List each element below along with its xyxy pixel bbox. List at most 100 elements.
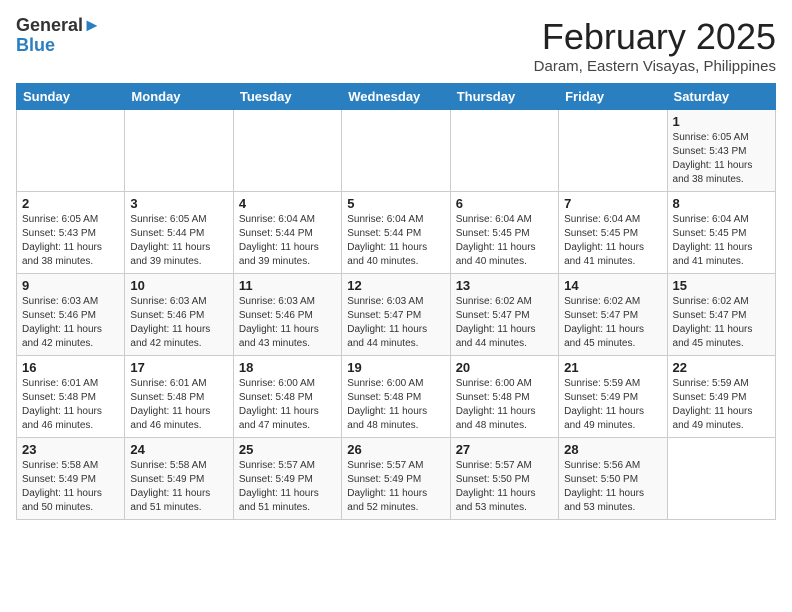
day-info: Sunrise: 6:05 AM Sunset: 5:43 PM Dayligh…: [673, 131, 770, 187]
day-info: Sunrise: 6:00 AM Sunset: 5:48 PM Dayligh…: [239, 377, 336, 433]
day-info: Sunrise: 5:57 AM Sunset: 5:49 PM Dayligh…: [347, 459, 444, 515]
calendar-cell: [17, 110, 125, 192]
calendar-cell: 12 Sunrise: 6:03 AM Sunset: 5:47 PM Dayli…: [342, 274, 450, 356]
day-info: Sunrise: 6:04 AM Sunset: 5:44 PM Dayligh…: [239, 213, 336, 269]
day-info: Sunrise: 6:05 AM Sunset: 5:44 PM Dayligh…: [130, 213, 227, 269]
calendar-cell: [125, 110, 233, 192]
calendar-cell: 2 Sunrise: 6:05 AM Sunset: 5:43 PM Daylig…: [17, 192, 125, 274]
calendar-cell: 3 Sunrise: 6:05 AM Sunset: 5:44 PM Daylig…: [125, 192, 233, 274]
day-number: 11: [239, 278, 336, 293]
day-info: Sunrise: 6:04 AM Sunset: 5:45 PM Dayligh…: [564, 213, 661, 269]
day-info: Sunrise: 6:04 AM Sunset: 5:45 PM Dayligh…: [456, 213, 553, 269]
day-number: 10: [130, 278, 227, 293]
calendar-cell: 13 Sunrise: 6:02 AM Sunset: 5:47 PM Dayli…: [450, 274, 558, 356]
day-number: 5: [347, 196, 444, 211]
calendar-cell: 1 Sunrise: 6:05 AM Sunset: 5:43 PM Daylig…: [667, 110, 775, 192]
calendar-cell: 6 Sunrise: 6:04 AM Sunset: 5:45 PM Daylig…: [450, 192, 558, 274]
day-number: 6: [456, 196, 553, 211]
day-info: Sunrise: 5:58 AM Sunset: 5:49 PM Dayligh…: [22, 459, 119, 515]
day-number: 12: [347, 278, 444, 293]
day-number: 14: [564, 278, 661, 293]
day-info: Sunrise: 6:03 AM Sunset: 5:46 PM Dayligh…: [130, 295, 227, 351]
day-info: Sunrise: 6:03 AM Sunset: 5:47 PM Dayligh…: [347, 295, 444, 351]
day-number: 25: [239, 442, 336, 457]
calendar-cell: [667, 438, 775, 520]
calendar-cell: 24 Sunrise: 5:58 AM Sunset: 5:49 PM Dayli…: [125, 438, 233, 520]
day-info: Sunrise: 6:04 AM Sunset: 5:45 PM Dayligh…: [673, 213, 770, 269]
logo: General► Blue: [16, 16, 101, 56]
day-info: Sunrise: 6:03 AM Sunset: 5:46 PM Dayligh…: [22, 295, 119, 351]
day-number: 21: [564, 360, 661, 375]
day-info: Sunrise: 6:02 AM Sunset: 5:47 PM Dayligh…: [673, 295, 770, 351]
day-info: Sunrise: 5:59 AM Sunset: 5:49 PM Dayligh…: [564, 377, 661, 433]
calendar-cell: [233, 110, 341, 192]
calendar-week-row: 2 Sunrise: 6:05 AM Sunset: 5:43 PM Daylig…: [17, 192, 776, 274]
day-number: 16: [22, 360, 119, 375]
weekday-header-saturday: Saturday: [667, 84, 775, 110]
day-number: 18: [239, 360, 336, 375]
day-number: 8: [673, 196, 770, 211]
weekday-header-tuesday: Tuesday: [233, 84, 341, 110]
title-block: February 2025 Daram, Eastern Visayas, Ph…: [534, 16, 776, 75]
calendar-cell: [342, 110, 450, 192]
day-info: Sunrise: 6:02 AM Sunset: 5:47 PM Dayligh…: [456, 295, 553, 351]
day-number: 19: [347, 360, 444, 375]
day-info: Sunrise: 6:02 AM Sunset: 5:47 PM Dayligh…: [564, 295, 661, 351]
day-info: Sunrise: 6:00 AM Sunset: 5:48 PM Dayligh…: [456, 377, 553, 433]
calendar-cell: 5Sunrise: 6:04 AM Sunset: 5:44 PM Daylig…: [342, 192, 450, 274]
calendar-cell: 15 Sunrise: 6:02 AM Sunset: 5:47 PM Dayli…: [667, 274, 775, 356]
calendar-cell: 16 Sunrise: 6:01 AM Sunset: 5:48 PM Dayli…: [17, 356, 125, 438]
day-info: Sunrise: 6:00 AM Sunset: 5:48 PM Dayligh…: [347, 377, 444, 433]
calendar-cell: 21 Sunrise: 5:59 AM Sunset: 5:49 PM Dayli…: [559, 356, 667, 438]
day-number: 3: [130, 196, 227, 211]
day-number: 15: [673, 278, 770, 293]
day-number: 24: [130, 442, 227, 457]
calendar-cell: 20 Sunrise: 6:00 AM Sunset: 5:48 PM Dayli…: [450, 356, 558, 438]
calendar-cell: [450, 110, 558, 192]
calendar-cell: 14 Sunrise: 6:02 AM Sunset: 5:47 PM Dayli…: [559, 274, 667, 356]
logo-blue-text: Blue: [16, 36, 101, 56]
day-info: Sunrise: 5:56 AM Sunset: 5:50 PM Dayligh…: [564, 459, 661, 515]
day-number: 22: [673, 360, 770, 375]
weekday-header-friday: Friday: [559, 84, 667, 110]
day-info: Sunrise: 6:01 AM Sunset: 5:48 PM Dayligh…: [22, 377, 119, 433]
page-header: General► Blue February 2025 Daram, Easte…: [16, 16, 776, 75]
day-number: 28: [564, 442, 661, 457]
day-info: Sunrise: 5:58 AM Sunset: 5:49 PM Dayligh…: [130, 459, 227, 515]
calendar-cell: 9 Sunrise: 6:03 AM Sunset: 5:46 PM Daylig…: [17, 274, 125, 356]
calendar-week-row: 1 Sunrise: 6:05 AM Sunset: 5:43 PM Daylig…: [17, 110, 776, 192]
calendar-cell: 7 Sunrise: 6:04 AM Sunset: 5:45 PM Daylig…: [559, 192, 667, 274]
day-number: 13: [456, 278, 553, 293]
day-number: 1: [673, 114, 770, 129]
calendar-cell: 17 Sunrise: 6:01 AM Sunset: 5:48 PM Dayli…: [125, 356, 233, 438]
day-info: Sunrise: 6:01 AM Sunset: 5:48 PM Dayligh…: [130, 377, 227, 433]
calendar-cell: 25 Sunrise: 5:57 AM Sunset: 5:49 PM Dayli…: [233, 438, 341, 520]
logo-general-text: General: [16, 15, 83, 35]
day-info: Sunrise: 6:03 AM Sunset: 5:46 PM Dayligh…: [239, 295, 336, 351]
calendar-cell: 22 Sunrise: 5:59 AM Sunset: 5:49 PM Dayli…: [667, 356, 775, 438]
day-number: 17: [130, 360, 227, 375]
calendar-title: February 2025: [534, 16, 776, 58]
calendar-cell: 19 Sunrise: 6:00 AM Sunset: 5:48 PM Dayli…: [342, 356, 450, 438]
weekday-header-row: SundayMondayTuesdayWednesdayThursdayFrid…: [17, 84, 776, 110]
day-info: Sunrise: 5:59 AM Sunset: 5:49 PM Dayligh…: [673, 377, 770, 433]
calendar-cell: 8 Sunrise: 6:04 AM Sunset: 5:45 PM Daylig…: [667, 192, 775, 274]
weekday-header-monday: Monday: [125, 84, 233, 110]
day-number: 26: [347, 442, 444, 457]
calendar-cell: 27 Sunrise: 5:57 AM Sunset: 5:50 PM Dayli…: [450, 438, 558, 520]
calendar-cell: 23 Sunrise: 5:58 AM Sunset: 5:49 PM Dayli…: [17, 438, 125, 520]
day-info: Sunrise: 5:57 AM Sunset: 5:49 PM Dayligh…: [239, 459, 336, 515]
calendar-cell: 26 Sunrise: 5:57 AM Sunset: 5:49 PM Dayli…: [342, 438, 450, 520]
day-number: 2: [22, 196, 119, 211]
day-number: 9: [22, 278, 119, 293]
day-number: 27: [456, 442, 553, 457]
day-number: 23: [22, 442, 119, 457]
calendar-cell: 10 Sunrise: 6:03 AM Sunset: 5:46 PM Dayli…: [125, 274, 233, 356]
day-info: Sunrise: 5:57 AM Sunset: 5:50 PM Dayligh…: [456, 459, 553, 515]
day-number: 20: [456, 360, 553, 375]
day-number: 7: [564, 196, 661, 211]
calendar-cell: 18 Sunrise: 6:00 AM Sunset: 5:48 PM Dayli…: [233, 356, 341, 438]
calendar-week-row: 23 Sunrise: 5:58 AM Sunset: 5:49 PM Dayli…: [17, 438, 776, 520]
day-number: 4: [239, 196, 336, 211]
day-info: Sunrise: 6:05 AM Sunset: 5:43 PM Dayligh…: [22, 213, 119, 269]
